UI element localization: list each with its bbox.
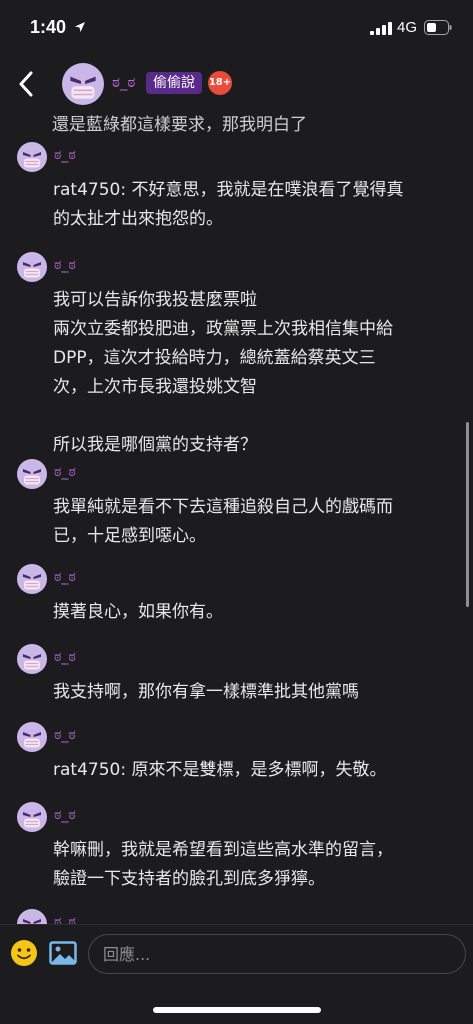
commenter-avatar[interactable] — [17, 722, 47, 752]
author-avatar[interactable] — [62, 63, 104, 105]
comment-line: 兩次立委都投肥迪，政黨票上次我相信集中給 — [53, 319, 393, 339]
author-name[interactable]: ಠ_ಠ — [112, 73, 135, 91]
comment-text: rat4750: 原來不是雙標，是多標啊，失敬。 — [53, 756, 453, 785]
home-indicator — [153, 1007, 321, 1013]
comment-line: 次，上次市長我還投姚文智 — [53, 377, 257, 397]
comment-line: 摸著良心，如果你有。 — [53, 602, 223, 622]
comment-line — [53, 402, 453, 431]
scrollbar[interactable] — [466, 422, 469, 607]
commenter-name[interactable]: ಠ_ಠ — [54, 914, 76, 924]
commenter-avatar[interactable] — [17, 644, 47, 674]
reply-composer — [0, 924, 473, 1024]
comment-text: rat4750: 不好意思，我就是在噗浪看了覺得真 的太扯才出來抱怨的。 — [53, 176, 453, 234]
battery-icon — [424, 20, 452, 35]
commenter-avatar[interactable] — [17, 564, 47, 594]
adult-content-badge: 18+ — [208, 71, 232, 95]
commenter-name[interactable]: ಠ_ಠ — [54, 257, 76, 273]
commenter-avatar[interactable] — [17, 459, 47, 489]
post-header: ಠ_ಠ 偷偷說 18+ — [0, 56, 473, 112]
comment-line: 所以我是哪個黨的支持者？ — [53, 435, 257, 455]
image-icon[interactable] — [49, 939, 77, 967]
status-bar: 1:40 4G — [0, 0, 473, 56]
comment-text: 我可以告訴你我投甚麼票啦兩次立委都投肥迪，政黨票上次我相信集中給 DPP，這次才投… — [53, 286, 453, 460]
commenter-avatar[interactable] — [17, 252, 47, 282]
comment-line: DPP，這次才投給時力，總統蓋給蔡英文三 — [53, 348, 376, 368]
back-button[interactable] — [12, 69, 40, 99]
comment-text: 我支持啊，那你有拿一樣標準批其他黨嗎 — [53, 678, 453, 707]
comment-line: 我單純就是看不下去這種追殺自己人的戲碼而 — [53, 497, 393, 517]
comment-line: 幹嘛刪，我就是希望看到這些高水準的留言， — [53, 840, 393, 860]
reply-input[interactable] — [88, 934, 466, 974]
comment-line: rat4750: 原來不是雙標，是多標啊，失敬。 — [53, 760, 387, 780]
comment-line: 驗證一下支持者的臉孔到底多猙獰。 — [53, 869, 325, 889]
location-arrow-icon — [75, 22, 85, 32]
commenter-name[interactable]: ಠ_ಠ — [54, 807, 76, 823]
commenter-avatar[interactable] — [17, 909, 47, 924]
comment-text: 我單純就是看不下去這種追殺自己人的戲碼而 已，十足感到噁心。 — [53, 493, 453, 551]
chevron-left-icon — [19, 71, 33, 97]
signal-bars-icon — [370, 22, 392, 35]
comment-line: 已，十足感到噁心。 — [53, 526, 206, 546]
comment-text: 幹嘛刪，我就是希望看到這些高水準的留言， 驗證一下支持者的臉孔到底多猙獰。 — [53, 836, 453, 894]
board-badge[interactable]: 偷偷說 — [146, 72, 202, 94]
emoji-icon[interactable] — [10, 939, 38, 967]
commenter-name[interactable]: ಠ_ಠ — [54, 569, 76, 585]
partial-comment-text: 還是藍綠都這樣要求，那我明白了 — [52, 115, 307, 135]
commenter-avatar[interactable] — [17, 142, 47, 172]
commenter-name[interactable]: ಠ_ಠ — [54, 464, 76, 480]
commenter-name[interactable]: ಠ_ಠ — [54, 649, 76, 665]
commenter-name[interactable]: ಠ_ಠ — [54, 727, 76, 743]
comment-line: 的太扯才出來抱怨的。 — [53, 209, 223, 229]
comment-line: 我支持啊，那你有拿一樣標準批其他黨嗎 — [53, 682, 359, 702]
comment-text: 摸著良心，如果你有。 — [53, 598, 453, 627]
commenter-avatar[interactable] — [17, 802, 47, 832]
network-type: 4G — [397, 19, 418, 36]
comment-line: 我可以告訴你我投甚麼票啦 — [53, 290, 257, 310]
comment-line: rat4750: 不好意思，我就是在噗浪看了覺得真 — [53, 180, 404, 200]
commenter-name[interactable]: ಠ_ಠ — [54, 147, 76, 163]
status-time: 1:40 — [30, 17, 67, 37]
comment-feed[interactable]: 還是藍綠都這樣要求，那我明白了 ಠ_ಠ rat4750: 不好意思，我就是在噗浪看… — [0, 112, 473, 924]
